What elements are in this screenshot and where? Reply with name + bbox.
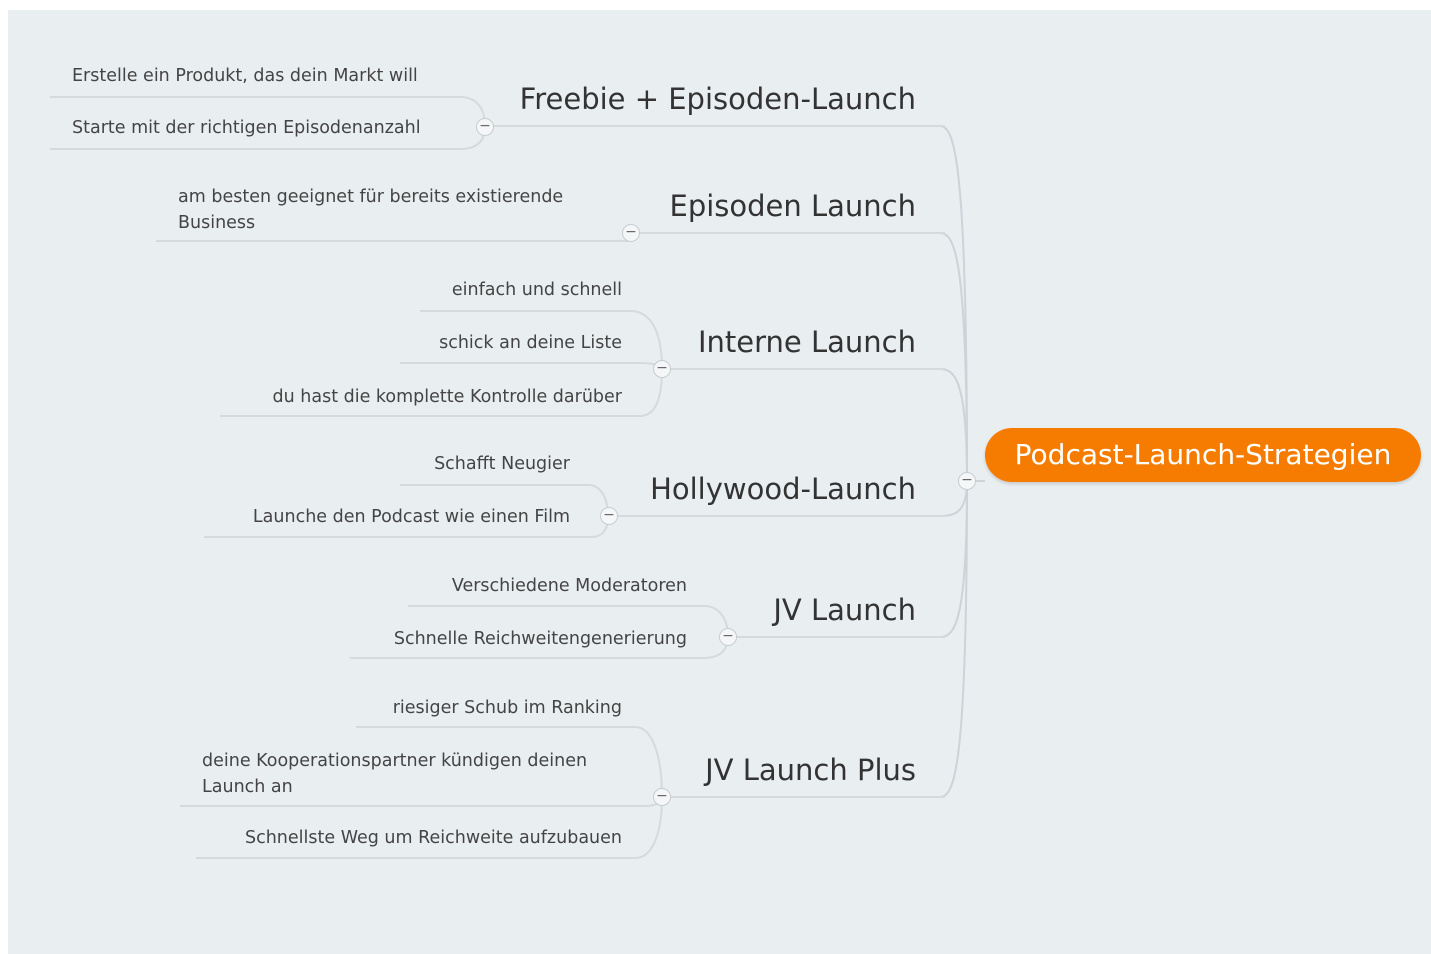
- branch-topic-jv-plus[interactable]: JV Launch Plus: [705, 753, 916, 787]
- collapse-icon[interactable]: −: [600, 507, 618, 525]
- leaf-topic[interactable]: einfach und schnell: [452, 280, 622, 300]
- root-topic[interactable]: Podcast-Launch-Strategien: [985, 428, 1421, 482]
- leaf-topic[interactable]: Schnellste Weg um Reichweite aufzubauen: [245, 828, 622, 848]
- leaf-topic[interactable]: Schafft Neugier: [434, 454, 570, 474]
- leaf-topic[interactable]: du hast die komplette Kontrolle darüber: [273, 387, 623, 407]
- leaf-topic[interactable]: riesiger Schub im Ranking: [393, 698, 622, 718]
- leaf-topic[interactable]: deine Kooperationspartner kündigen deine…: [202, 748, 627, 800]
- collapse-icon[interactable]: −: [719, 628, 737, 646]
- branch-topic-hollywood[interactable]: Hollywood-Launch: [650, 472, 916, 506]
- collapse-icon[interactable]: −: [653, 360, 671, 378]
- branch-topic-episoden[interactable]: Episoden Launch: [670, 189, 917, 223]
- collapse-icon[interactable]: −: [622, 224, 640, 242]
- leaf-topic[interactable]: Verschiedene Moderatoren: [452, 576, 687, 596]
- collapse-icon[interactable]: −: [653, 788, 671, 806]
- branch-topic-interne[interactable]: Interne Launch: [698, 325, 916, 359]
- leaf-topic[interactable]: Schnelle Reichweitengenerierung: [394, 629, 687, 649]
- leaf-topic[interactable]: Launche den Podcast wie einen Film: [253, 507, 570, 527]
- collapse-icon[interactable]: −: [476, 118, 494, 136]
- leaf-topic[interactable]: Erstelle ein Produkt, das dein Markt wil…: [72, 66, 418, 86]
- leaf-topic[interactable]: Starte mit der richtigen Episodenanzahl: [72, 118, 421, 138]
- branch-topic-jv[interactable]: JV Launch: [773, 593, 916, 627]
- leaf-topic[interactable]: schick an deine Liste: [439, 333, 622, 353]
- leaf-topic[interactable]: am besten geeignet für bereits existiere…: [178, 184, 608, 236]
- branch-topic-freebie[interactable]: Freebie + Episoden-Launch: [520, 82, 916, 116]
- root-collapse-icon[interactable]: −: [958, 472, 976, 490]
